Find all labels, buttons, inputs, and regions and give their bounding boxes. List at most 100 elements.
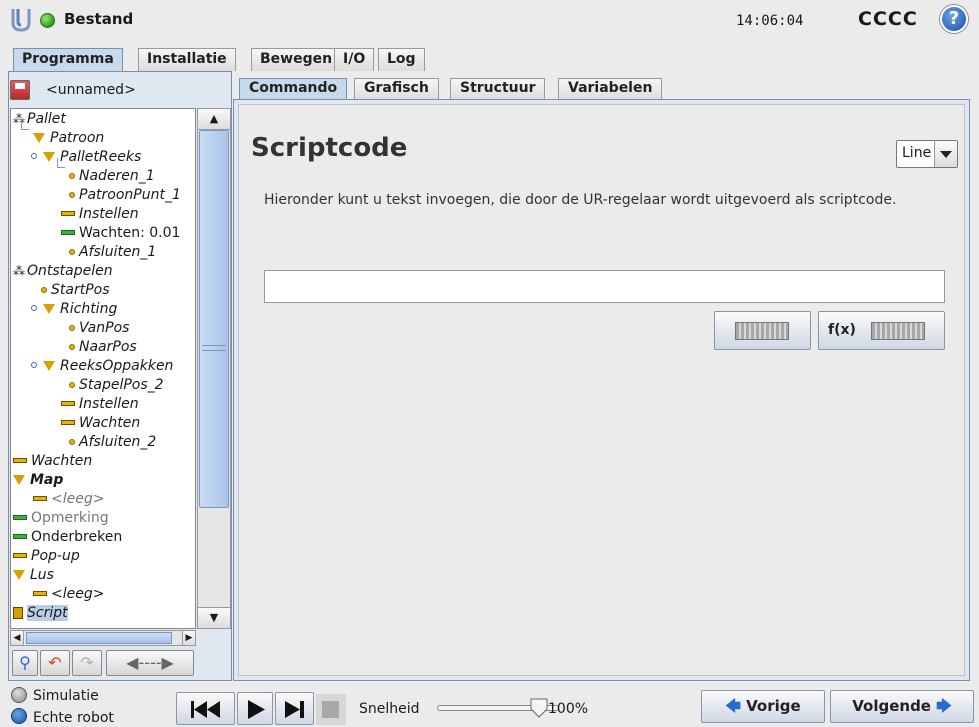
- tree-item[interactable]: Opmerking: [13, 508, 109, 527]
- scroll-up-icon[interactable]: ▲: [197, 108, 231, 130]
- page-title: Scriptcode: [251, 133, 408, 163]
- tree-item[interactable]: Afsluiten_2: [69, 432, 156, 451]
- set-icon: [13, 458, 27, 463]
- tree-item[interactable]: VanPos: [69, 318, 129, 337]
- help-icon[interactable]: ?: [940, 5, 968, 33]
- tree-item[interactable]: StartPos: [41, 280, 110, 299]
- tab-grafisch[interactable]: Grafisch: [354, 78, 439, 100]
- move-arrows-icon: ◀----▶: [126, 653, 174, 672]
- robot-status-icon: [40, 13, 55, 28]
- redo-button[interactable]: ↷: [72, 650, 102, 676]
- pallet-icon: ⁂: [13, 263, 25, 278]
- script-description: Hieronder kunt u tekst invoegen, die doo…: [264, 192, 897, 208]
- tab-programma[interactable]: Programma: [13, 48, 123, 72]
- tab-log[interactable]: Log: [378, 48, 425, 71]
- scroll-thumb-horizontal[interactable]: [26, 632, 172, 644]
- fx-label: f(x): [828, 322, 856, 338]
- robot-name: CCCC: [858, 8, 918, 30]
- tree-item[interactable]: Wachten: [13, 451, 92, 470]
- tab-commando[interactable]: Commando: [239, 78, 348, 100]
- tree-item-selected[interactable]: Script: [13, 603, 68, 622]
- tree-item[interactable]: Instellen: [61, 394, 139, 413]
- simulation-radio[interactable]: [11, 687, 27, 703]
- tree-item[interactable]: ReeksOppakken: [43, 356, 173, 375]
- folder-triangle-icon: [43, 151, 55, 162]
- tab-bewegen[interactable]: Bewegen: [251, 48, 342, 71]
- tree-item[interactable]: Afsluiten_1: [69, 242, 156, 261]
- tree-item[interactable]: <leeg>: [33, 584, 104, 603]
- play-icon: [248, 700, 265, 719]
- program-tree: ⁂ Pallet Patroon PalletReeks Naderen_1 Pa…: [10, 108, 196, 629]
- tree-item[interactable]: Wachten: [61, 413, 140, 432]
- stop-icon: [322, 701, 339, 718]
- tab-installatie[interactable]: Installatie: [138, 48, 236, 71]
- real-robot-radio[interactable]: [11, 708, 27, 724]
- tab-structuur[interactable]: Structuur: [450, 78, 546, 100]
- tree-item[interactable]: <leeg>: [33, 489, 104, 508]
- tab-variabelen[interactable]: Variabelen: [558, 78, 663, 100]
- set-icon: [13, 553, 27, 558]
- clock: 14:06:04: [736, 13, 804, 29]
- scroll-right-icon[interactable]: ▶: [182, 630, 196, 646]
- script-icon: [13, 606, 23, 619]
- previous-button[interactable]: 🡄 Vorige: [701, 690, 825, 723]
- search-icon: ⚲: [19, 653, 31, 672]
- real-robot-label: Echte robot: [33, 710, 114, 726]
- ur-logo-icon: [11, 9, 31, 32]
- play-button[interactable]: [237, 692, 273, 725]
- waypoint-icon: [69, 381, 75, 388]
- folder-triangle-icon: [13, 569, 25, 580]
- scroll-down-icon[interactable]: ▼: [197, 607, 231, 629]
- tree-item[interactable]: Onderbreken: [13, 527, 122, 546]
- tab-io[interactable]: I/O: [334, 48, 375, 71]
- tree-item[interactable]: Patroon: [33, 128, 104, 147]
- skip-to-start-button[interactable]: [176, 692, 235, 725]
- tree-item[interactable]: ⁂ Ontstapelen: [13, 261, 113, 280]
- scroll-left-icon[interactable]: ◀: [10, 630, 24, 646]
- search-button[interactable]: ⚲: [12, 650, 38, 676]
- command-panel-inner: [238, 104, 965, 676]
- tree-item[interactable]: Naderen_1: [69, 166, 155, 185]
- stop-button[interactable]: [316, 694, 346, 725]
- tree-item[interactable]: Pop-up: [13, 546, 80, 565]
- next-button[interactable]: Volgende 🡆: [830, 690, 974, 723]
- scroll-grip: [202, 345, 226, 351]
- speed-slider-handle[interactable]: [530, 698, 548, 718]
- expression-editor-button[interactable]: f(x): [818, 311, 945, 350]
- tree-item[interactable]: Instellen: [61, 204, 139, 223]
- script-code-input[interactable]: [264, 270, 945, 303]
- halt-icon: [13, 534, 27, 539]
- header-bar: [0, 0, 979, 46]
- tree-item[interactable]: NaarPos: [69, 337, 137, 356]
- scroll-thumb[interactable]: [199, 130, 229, 508]
- arrow-right-icon: 🡆: [936, 697, 952, 715]
- arrow-left-icon: 🡄: [725, 697, 741, 715]
- waypoint-icon: [69, 191, 75, 198]
- tree-item[interactable]: Map: [13, 470, 63, 489]
- file-menu[interactable]: Bestand: [64, 10, 133, 28]
- wait-icon: [61, 230, 75, 235]
- set-icon: [33, 496, 47, 501]
- undo-button[interactable]: ↶: [40, 650, 70, 676]
- chevron-down-icon[interactable]: [934, 141, 957, 167]
- keyboard-icon: [735, 322, 789, 340]
- save-icon[interactable]: [10, 80, 30, 100]
- folder-triangle-icon: [13, 474, 25, 485]
- simulation-label: Simulatie: [33, 688, 99, 704]
- set-icon: [33, 591, 47, 596]
- step-button[interactable]: [275, 692, 314, 725]
- tree-item[interactable]: Lus: [13, 565, 54, 584]
- move-node-button[interactable]: ◀----▶: [106, 650, 194, 676]
- waypoint-icon: [69, 324, 75, 331]
- keyboard-button[interactable]: [714, 311, 811, 350]
- tree-item[interactable]: StapelPos_2: [69, 375, 164, 394]
- step-forward-icon: [285, 701, 304, 718]
- tree-item[interactable]: PatroonPunt_1: [69, 185, 181, 204]
- folder-triangle-icon: [43, 360, 55, 371]
- tree-item[interactable]: Wachten: 0.01: [61, 223, 180, 242]
- script-mode-value: Line: [902, 145, 932, 161]
- previous-label: Vorige: [746, 697, 801, 715]
- waypoint-icon: [69, 172, 75, 179]
- tree-item[interactable]: Richting: [43, 299, 117, 318]
- skip-back-icon: [191, 701, 220, 718]
